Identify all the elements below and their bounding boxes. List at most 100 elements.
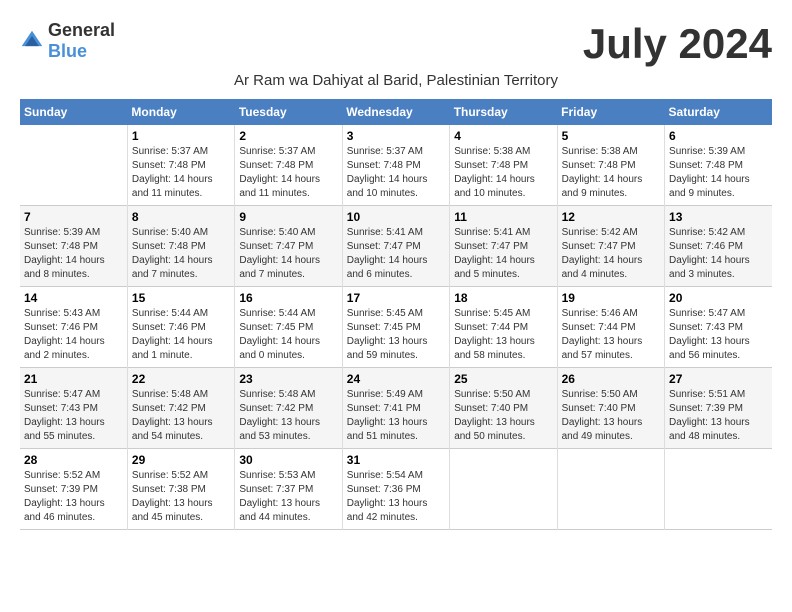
calendar-cell: 19 Sunrise: 5:46 AMSunset: 7:44 PMDayligh… xyxy=(557,287,664,368)
calendar-cell: 5Sunrise: 5:38 AMSunset: 7:48 PMDaylight… xyxy=(557,125,664,206)
calendar-cell: 28Sunrise: 5:52 AMSunset: 7:39 PMDayligh… xyxy=(20,449,127,530)
calendar-cell: 16Sunrise: 5:44 AMSunset: 7:45 PMDayligh… xyxy=(235,287,342,368)
day-number: 6 xyxy=(669,129,768,143)
day-info: Sunrise: 5:54 AMSunset: 7:36 PMDaylight:… xyxy=(347,469,445,525)
calendar-body: 1Sunrise: 5:37 AMSunset: 7:48 PMDaylight… xyxy=(20,125,772,530)
day-number: 29 xyxy=(132,453,230,467)
day-info: Sunrise: 5:40 AMSunset: 7:48 PMDaylight:… xyxy=(132,226,230,282)
calendar-cell: 1Sunrise: 5:37 AMSunset: 7:48 PMDaylight… xyxy=(127,125,234,206)
day-number: 4 xyxy=(454,129,552,143)
day-info: Sunrise: 5:48 AMSunset: 7:42 PMDaylight:… xyxy=(132,388,230,444)
day-number: 31 xyxy=(347,453,445,467)
day-number: 24 xyxy=(347,372,445,386)
day-header-friday: Friday xyxy=(557,99,664,125)
subtitle: Ar Ram wa Dahiyat al Barid, Palestinian … xyxy=(20,72,772,89)
logo-icon xyxy=(20,29,44,53)
day-info: Sunrise: 5:45 AMSunset: 7:44 PMDaylight:… xyxy=(454,307,552,363)
calendar-cell: 22 Sunrise: 5:48 AMSunset: 7:42 PMDayligh… xyxy=(127,368,234,449)
day-number: 16 xyxy=(239,291,337,305)
day-header-monday: Monday xyxy=(127,99,234,125)
calendar-week-3: 14 Sunrise: 5:43 AMSunset: 7:46 PMDayligh… xyxy=(20,287,772,368)
calendar-cell: 11Sunrise: 5:41 AMSunset: 7:47 PMDayligh… xyxy=(450,206,557,287)
day-info: Sunrise: 5:45 AMSunset: 7:45 PMDaylight:… xyxy=(347,307,445,363)
day-info: Sunrise: 5:50 AMSunset: 7:40 PMDaylight:… xyxy=(454,388,552,444)
day-number: 5 xyxy=(562,129,660,143)
day-info: Sunrise: 5:46 AMSunset: 7:44 PMDaylight:… xyxy=(562,307,660,363)
calendar-cell: 14 Sunrise: 5:43 AMSunset: 7:46 PMDayligh… xyxy=(20,287,127,368)
day-number: 12 xyxy=(562,210,660,224)
calendar-week-1: 1Sunrise: 5:37 AMSunset: 7:48 PMDaylight… xyxy=(20,125,772,206)
day-number: 11 xyxy=(454,210,552,224)
day-info: Sunrise: 5:48 AMSunset: 7:42 PMDaylight:… xyxy=(239,388,337,444)
day-number: 21 xyxy=(24,372,123,386)
calendar-week-2: 7Sunrise: 5:39 AMSunset: 7:48 PMDaylight… xyxy=(20,206,772,287)
calendar-cell: 8 Sunrise: 5:40 AMSunset: 7:48 PMDaylight… xyxy=(127,206,234,287)
day-number: 18 xyxy=(454,291,552,305)
calendar-cell: 20 Sunrise: 5:47 AMSunset: 7:43 PMDayligh… xyxy=(665,287,772,368)
day-info: Sunrise: 5:44 AMSunset: 7:46 PMDaylight:… xyxy=(132,307,230,363)
day-number: 13 xyxy=(669,210,768,224)
day-info: Sunrise: 5:40 AMSunset: 7:47 PMDaylight:… xyxy=(239,226,337,282)
day-info: Sunrise: 5:39 AMSunset: 7:48 PMDaylight:… xyxy=(24,226,123,282)
calendar-cell xyxy=(450,449,557,530)
day-info: Sunrise: 5:53 AMSunset: 7:37 PMDaylight:… xyxy=(239,469,337,525)
calendar-cell: 18 Sunrise: 5:45 AMSunset: 7:44 PMDayligh… xyxy=(450,287,557,368)
day-number: 27 xyxy=(669,372,768,386)
month-title: July 2024 xyxy=(583,20,772,68)
calendar-cell: 10Sunrise: 5:41 AMSunset: 7:47 PMDayligh… xyxy=(342,206,449,287)
day-number: 22 xyxy=(132,372,230,386)
calendar-cell xyxy=(557,449,664,530)
calendar-cell: 7Sunrise: 5:39 AMSunset: 7:48 PMDaylight… xyxy=(20,206,127,287)
day-number: 28 xyxy=(24,453,123,467)
day-info: Sunrise: 5:43 AMSunset: 7:46 PMDaylight:… xyxy=(24,307,123,363)
logo-blue: Blue xyxy=(48,41,87,61)
calendar-cell xyxy=(665,449,772,530)
day-info: Sunrise: 5:47 AMSunset: 7:43 PMDaylight:… xyxy=(24,388,123,444)
calendar-cell: 26Sunrise: 5:50 AMSunset: 7:40 PMDayligh… xyxy=(557,368,664,449)
day-info: Sunrise: 5:42 AMSunset: 7:47 PMDaylight:… xyxy=(562,226,660,282)
calendar-cell: 3Sunrise: 5:37 AMSunset: 7:48 PMDaylight… xyxy=(342,125,449,206)
day-number: 30 xyxy=(239,453,337,467)
calendar-cell: 4Sunrise: 5:38 AMSunset: 7:48 PMDaylight… xyxy=(450,125,557,206)
calendar-cell: 6 Sunrise: 5:39 AMSunset: 7:48 PMDaylight… xyxy=(665,125,772,206)
day-header-sunday: Sunday xyxy=(20,99,127,125)
calendar-cell xyxy=(20,125,127,206)
day-number: 14 xyxy=(24,291,123,305)
calendar-cell: 9 Sunrise: 5:40 AMSunset: 7:47 PMDaylight… xyxy=(235,206,342,287)
day-number: 8 xyxy=(132,210,230,224)
day-info: Sunrise: 5:37 AMSunset: 7:48 PMDaylight:… xyxy=(132,145,230,201)
day-header-saturday: Saturday xyxy=(665,99,772,125)
day-number: 19 xyxy=(562,291,660,305)
day-info: Sunrise: 5:37 AMSunset: 7:48 PMDaylight:… xyxy=(239,145,337,201)
day-number: 23 xyxy=(239,372,337,386)
day-info: Sunrise: 5:37 AMSunset: 7:48 PMDaylight:… xyxy=(347,145,445,201)
day-header-wednesday: Wednesday xyxy=(342,99,449,125)
calendar-header: SundayMondayTuesdayWednesdayThursdayFrid… xyxy=(20,99,772,125)
calendar-week-5: 28Sunrise: 5:52 AMSunset: 7:39 PMDayligh… xyxy=(20,449,772,530)
day-number: 15 xyxy=(132,291,230,305)
header-row: SundayMondayTuesdayWednesdayThursdayFrid… xyxy=(20,99,772,125)
day-info: Sunrise: 5:42 AMSunset: 7:46 PMDaylight:… xyxy=(669,226,768,282)
logo-general: General xyxy=(48,20,115,40)
day-info: Sunrise: 5:51 AMSunset: 7:39 PMDaylight:… xyxy=(669,388,768,444)
day-info: Sunrise: 5:47 AMSunset: 7:43 PMDaylight:… xyxy=(669,307,768,363)
logo-text: General Blue xyxy=(48,20,115,62)
calendar-cell: 29 Sunrise: 5:52 AMSunset: 7:38 PMDayligh… xyxy=(127,449,234,530)
calendar-cell: 23 Sunrise: 5:48 AMSunset: 7:42 PMDayligh… xyxy=(235,368,342,449)
calendar-cell: 24Sunrise: 5:49 AMSunset: 7:41 PMDayligh… xyxy=(342,368,449,449)
day-info: Sunrise: 5:41 AMSunset: 7:47 PMDaylight:… xyxy=(347,226,445,282)
day-number: 26 xyxy=(562,372,660,386)
page-header: General Blue July 2024 xyxy=(20,20,772,68)
day-info: Sunrise: 5:52 AMSunset: 7:38 PMDaylight:… xyxy=(132,469,230,525)
day-number: 9 xyxy=(239,210,337,224)
day-number: 17 xyxy=(347,291,445,305)
day-number: 2 xyxy=(239,129,337,143)
calendar-cell: 12 Sunrise: 5:42 AMSunset: 7:47 PMDayligh… xyxy=(557,206,664,287)
calendar-cell: 15 Sunrise: 5:44 AMSunset: 7:46 PMDayligh… xyxy=(127,287,234,368)
calendar-cell: 2 Sunrise: 5:37 AMSunset: 7:48 PMDaylight… xyxy=(235,125,342,206)
day-header-thursday: Thursday xyxy=(450,99,557,125)
calendar-week-4: 21 Sunrise: 5:47 AMSunset: 7:43 PMDayligh… xyxy=(20,368,772,449)
day-number: 20 xyxy=(669,291,768,305)
day-info: Sunrise: 5:39 AMSunset: 7:48 PMDaylight:… xyxy=(669,145,768,201)
calendar-cell: 17 Sunrise: 5:45 AMSunset: 7:45 PMDayligh… xyxy=(342,287,449,368)
